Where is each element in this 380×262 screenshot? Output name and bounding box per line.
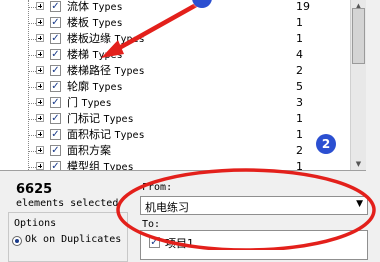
tree-row-label: 楼板边缘 Types xyxy=(67,32,145,45)
expand-icon[interactable] xyxy=(36,146,44,154)
tree-row[interactable]: ✓ 楼板边缘 Types 1 xyxy=(0,31,350,47)
tree-row-count: 4 xyxy=(296,48,303,61)
expand-icon[interactable] xyxy=(36,2,44,10)
tree-row-label: 楼梯路径 Types xyxy=(67,64,145,77)
options-caption: Options xyxy=(14,218,57,229)
selected-count: 6625 xyxy=(16,182,53,197)
dropdown-arrow-icon[interactable]: ▼ xyxy=(356,199,363,209)
tree-row-label: 楼梯 Types xyxy=(67,48,123,61)
tree-row-label: 面积标记 Types xyxy=(67,128,145,141)
tree-row-label: 面积方案 xyxy=(67,144,111,157)
tree-row-label: 楼板 Types xyxy=(67,16,123,29)
tree-row-count: 5 xyxy=(296,80,303,93)
tree-checkbox[interactable]: ✓ xyxy=(50,129,61,140)
tree-row[interactable]: ✓ 门标记 Types 1 xyxy=(0,111,350,127)
expand-icon[interactable] xyxy=(36,130,44,138)
tree-row-count: 19 xyxy=(296,0,310,13)
to-project-list[interactable]: ✓ 项目1 xyxy=(140,230,368,260)
scroll-thumb[interactable] xyxy=(352,8,365,64)
expand-icon[interactable] xyxy=(36,34,44,42)
tree-connector xyxy=(28,87,36,88)
expand-icon[interactable] xyxy=(36,66,44,74)
tree-row-count: 1 xyxy=(296,160,303,171)
tree-connector xyxy=(28,7,36,8)
ok-duplicates-radio[interactable] xyxy=(12,236,22,246)
tree-checkbox[interactable]: ✓ xyxy=(50,33,61,44)
tree-row-count: 1 xyxy=(296,32,303,45)
tree-row[interactable]: ✓ 流体 Types 19 xyxy=(0,0,350,15)
tree-row[interactable]: ✓ 楼梯 Types 4 xyxy=(0,47,350,63)
tree-row-label: 门标记 Types xyxy=(67,112,134,125)
tree-row-label: 轮廓 Types xyxy=(67,80,123,93)
badge-2: 2 xyxy=(316,134,336,154)
tree-row-count: 1 xyxy=(296,16,303,29)
tree-connector xyxy=(28,135,36,136)
tree-row-count: 2 xyxy=(296,144,303,157)
expand-icon[interactable] xyxy=(36,82,44,90)
expand-icon[interactable] xyxy=(36,18,44,26)
from-project-value: 机电练习 xyxy=(145,201,189,214)
to-project-checkbox[interactable]: ✓ xyxy=(149,237,160,248)
expand-icon[interactable] xyxy=(36,50,44,58)
tree-row[interactable]: ✓ 面积标记 Types 1 xyxy=(0,127,350,143)
expand-icon[interactable] xyxy=(36,114,44,122)
tree-scrollbar[interactable]: ▲ ▼ xyxy=(350,0,366,170)
tree-row[interactable]: ✓ 模型组 Types 1 xyxy=(0,159,350,171)
ok-duplicates-label[interactable]: Ok on Duplicates xyxy=(25,234,121,245)
tree-checkbox[interactable]: ✓ xyxy=(50,17,61,28)
tree-row-label: 流体 Types xyxy=(67,0,123,13)
tree-connector xyxy=(28,55,36,56)
tree-connector xyxy=(28,71,36,72)
tree-row[interactable]: ✓ 面积方案 2 xyxy=(0,143,350,159)
scroll-down-icon[interactable]: ▼ xyxy=(352,158,365,170)
to-label: To: xyxy=(142,219,161,230)
tree-checkbox[interactable]: ✓ xyxy=(50,65,61,76)
to-project-item[interactable]: 项目1 xyxy=(165,235,194,251)
type-tree[interactable]: ✓ 流体 Types 19 ✓ 楼板 Types 1 ✓ 楼板边缘 Types 1 ✓ 楼梯 Typ… xyxy=(0,0,366,171)
tree-row-label: 门 Types xyxy=(67,96,112,109)
expand-icon[interactable] xyxy=(36,98,44,106)
tree-checkbox[interactable]: ✓ xyxy=(50,113,61,124)
tree-connector xyxy=(28,23,36,24)
tree-row[interactable]: ✓ 轮廓 Types 5 xyxy=(0,79,350,95)
expand-icon[interactable] xyxy=(36,162,44,170)
tree-row[interactable]: ✓ 楼板 Types 1 xyxy=(0,15,350,31)
tree-checkbox[interactable]: ✓ xyxy=(50,81,61,92)
tree-connector xyxy=(28,119,36,120)
tree-row-count: 2 xyxy=(296,64,303,77)
from-project-select[interactable]: 机电练习 ▼ xyxy=(140,196,368,215)
tree-connector xyxy=(28,151,36,152)
tree-row[interactable]: ✓ 门 Types 3 xyxy=(0,95,350,111)
tree-checkbox[interactable]: ✓ xyxy=(50,97,61,108)
tree-connector xyxy=(28,103,36,104)
tree-connector xyxy=(28,167,36,168)
tree-row-count: 3 xyxy=(296,96,303,109)
selected-caption: elements selected xyxy=(16,198,119,209)
tree-row-count: 1 xyxy=(296,112,303,125)
tree-row-count: 1 xyxy=(296,128,303,141)
tree-connector xyxy=(28,39,36,40)
tree-checkbox[interactable]: ✓ xyxy=(50,145,61,156)
tree-row-label: 模型组 Types xyxy=(67,160,134,171)
tree-checkbox[interactable]: ✓ xyxy=(50,1,61,12)
tree-checkbox[interactable]: ✓ xyxy=(50,161,61,170)
tree-row[interactable]: ✓ 楼梯路径 Types 2 xyxy=(0,63,350,79)
tree-checkbox[interactable]: ✓ xyxy=(50,49,61,60)
from-label: From: xyxy=(142,182,173,193)
